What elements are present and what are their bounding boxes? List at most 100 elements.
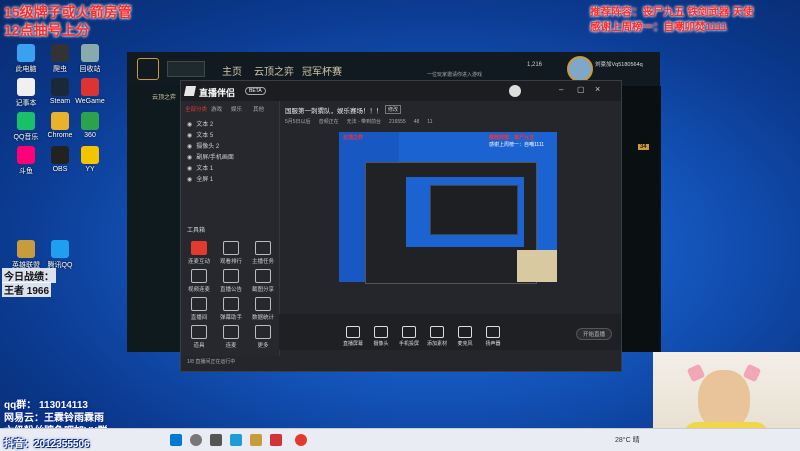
bottom-button-icon (374, 326, 388, 338)
app-icon (17, 112, 35, 130)
stream-stats-row: 5月5日以后 音频正在 无法 - 带到前台 216555 48 11 (285, 118, 440, 125)
overlay-top-left-line1: 15级牌子或火箭房管 (4, 4, 132, 20)
bottom-button[interactable]: 直播屏幕 (339, 326, 367, 347)
layer-row[interactable]: ◉ 副屏/手机画面 (187, 152, 234, 161)
tool-icon (223, 269, 239, 283)
layer-label: 摄像头 2 (196, 144, 220, 150)
tool-button[interactable]: 直播公告 (217, 269, 245, 293)
tool-button[interactable]: 观看排行 (217, 241, 245, 265)
layer-row[interactable]: ◉ 文本 5 (187, 130, 213, 139)
search-icon[interactable] (190, 434, 202, 446)
tool-icon (223, 297, 239, 311)
layer-row[interactable]: ◉ 文本 2 (187, 119, 213, 128)
tool-label: 视频连麦 (187, 287, 210, 293)
desktop-icon[interactable]: WeGame (68, 78, 112, 105)
desktop-icon[interactable]: 360 (68, 112, 112, 139)
source-tab-all[interactable]: 全部分类 (185, 105, 207, 113)
bottom-button[interactable]: 扬声器 (479, 326, 507, 347)
close-icon[interactable]: × (595, 84, 600, 94)
play-button[interactable] (167, 61, 205, 77)
app-icon (51, 44, 69, 62)
tool-label: 连麦 (225, 343, 237, 349)
bottom-button-icon (486, 326, 500, 338)
tool-button[interactable]: 主播任务 (249, 241, 277, 265)
lol-taskbar-icon[interactable] (250, 434, 262, 446)
bottom-button[interactable]: 手机投屏 (395, 326, 423, 347)
preview-banner-right: 推荐阵容：丧尸九五 (489, 135, 535, 141)
tool-button[interactable]: 连麦 (217, 325, 245, 349)
bottom-button-icon (346, 326, 360, 338)
visibility-icon[interactable]: ◉ (187, 155, 192, 161)
visibility-icon[interactable]: ◉ (187, 133, 192, 139)
tool-button[interactable]: 连麦互动 (185, 241, 213, 265)
studio-taskbar-icon[interactable] (270, 434, 282, 446)
stream-preview[interactable]: 云顶之弈 推荐阵容：丧尸九五 感谢上周榜一：自嘲1111 (339, 132, 557, 284)
tool-label: 主播任务 (251, 259, 274, 265)
tool-icon (255, 297, 271, 311)
app-icon (81, 146, 99, 164)
user-avatar[interactable] (509, 85, 521, 97)
bottom-button[interactable]: 麦克风 (451, 326, 479, 347)
visibility-icon[interactable]: ◉ (187, 122, 192, 128)
source-tab-ent[interactable]: 娱乐 (231, 105, 242, 113)
tool-button[interactable]: 视频连麦 (185, 269, 213, 293)
bottom-button-label: 直播屏幕 (342, 341, 363, 347)
desktop-icon[interactable]: 回收站 (68, 44, 112, 74)
tab-home[interactable]: 主页 (222, 63, 242, 78)
game-user-name: 刘豪加Vq5180564q (595, 62, 643, 68)
layer-row[interactable]: ◉ 文本 1 (187, 163, 213, 172)
tool-icon (191, 297, 207, 311)
desktop-icon[interactable]: 腾讯QQ (38, 240, 82, 270)
source-tab-game[interactable]: 游戏 (211, 105, 222, 113)
tool-button[interactable]: 截图分享 (249, 269, 277, 293)
preview-camera (517, 250, 557, 282)
start-live-button[interactable]: 开始直播 (576, 328, 613, 340)
layer-row[interactable]: ◉ 摄像头 2 (187, 141, 219, 150)
desktop-icon-label: WeGame (75, 98, 105, 105)
overlay-top-right-line2: 感谢上周榜一：自嘲卯焚1111 (590, 21, 728, 33)
app-icon (51, 78, 69, 96)
cat-ear-right (742, 363, 762, 383)
lol-logo-icon (137, 58, 159, 80)
task-view-icon[interactable] (210, 434, 222, 446)
bottom-button-icon (402, 326, 416, 338)
tab-tft[interactable]: 云顶之弈 (254, 63, 294, 78)
avatar[interactable] (567, 56, 593, 82)
preview-banner-left: 云顶之弈 (343, 135, 364, 141)
bottom-button[interactable]: 摄像头 (367, 326, 395, 347)
notice-edit-button[interactable]: 修改 (385, 105, 402, 114)
stream-stat: 216555 (389, 119, 406, 125)
game-status-text: 一位玩家邀请你进入游戏 (427, 72, 483, 78)
app-icon (81, 44, 99, 62)
tool-label: 连麦互动 (187, 259, 210, 265)
desktop-icon[interactable]: YY (68, 146, 112, 173)
start-icon[interactable] (170, 434, 182, 446)
tool-button[interactable]: 弹幕助手 (217, 297, 245, 321)
tab-cup[interactable]: 冠军杯赛 (302, 63, 342, 78)
tool-button[interactable]: 直播间 (185, 297, 213, 321)
layer-row[interactable]: ◉ 全屏 1 (187, 174, 213, 183)
visibility-icon[interactable]: ◉ (187, 166, 192, 172)
version-badge: BETA (245, 87, 266, 95)
visibility-icon[interactable]: ◉ (187, 144, 192, 150)
tool-button[interactable]: 更多 (249, 325, 277, 349)
taskbar: 28°C 晴 (0, 428, 800, 451)
bottom-button-label: 麦克风 (457, 341, 473, 347)
bottom-button[interactable]: 添加素材 (423, 326, 451, 347)
tool-icon (255, 325, 271, 339)
source-tab-other[interactable]: 其他 (253, 105, 264, 113)
app-icon (81, 78, 99, 96)
tool-button[interactable]: 数据统计 (249, 297, 277, 321)
layer-label: 副屏/手机画面 (196, 155, 234, 161)
tool-icon (223, 325, 239, 339)
maximize-icon[interactable]: ▢ (577, 85, 585, 94)
weibo-taskbar-icon[interactable] (295, 434, 307, 446)
minimize-icon[interactable]: – (559, 85, 563, 94)
studio-footer: 1/8 直播间正在运行中 (187, 359, 236, 365)
bottom-button-label: 添加素材 (426, 341, 447, 347)
game-level-badge: 34 (638, 144, 649, 150)
visibility-icon[interactable]: ◉ (187, 177, 192, 183)
tool-button[interactable]: 道具 (185, 325, 213, 349)
edge-icon[interactable] (230, 434, 242, 446)
studio-window[interactable]: 直播伴侣 BETA – ▢ × 全部分类 游戏 娱乐 其他 ◉ 文本 2 ◉ 文本 5… (180, 80, 622, 372)
